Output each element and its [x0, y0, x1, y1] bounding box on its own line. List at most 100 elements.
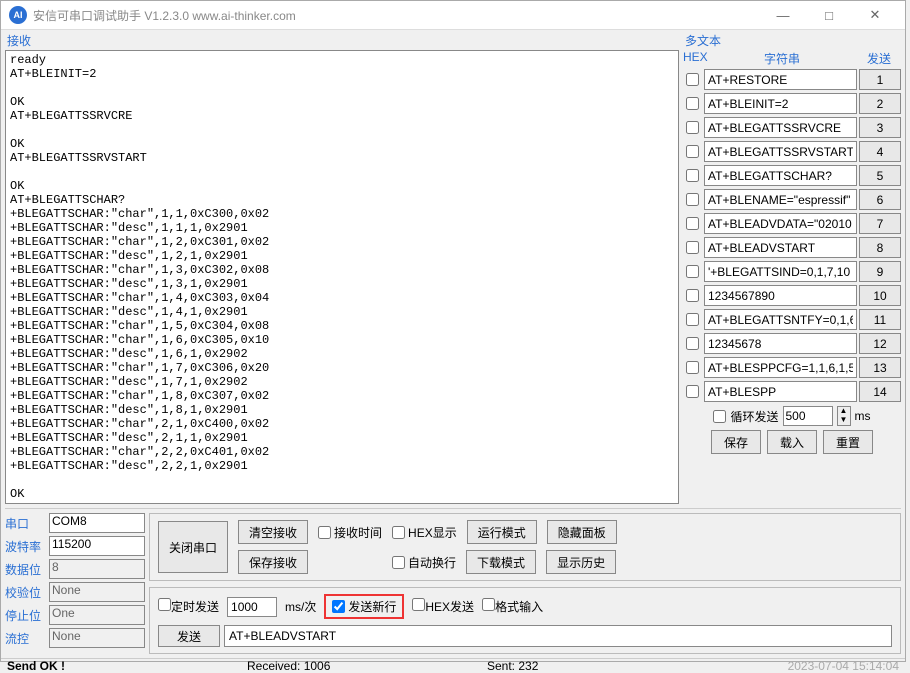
send-button-8[interactable]: 8	[859, 237, 901, 258]
hex-checkbox-14[interactable]	[686, 385, 699, 398]
port-select[interactable]: COM8	[49, 513, 145, 533]
cmd-input-1[interactable]	[704, 69, 857, 90]
save-button[interactable]: 保存	[711, 430, 761, 454]
load-button[interactable]: 载入	[767, 430, 817, 454]
send-button-5[interactable]: 5	[859, 165, 901, 186]
msper-label: ms/次	[285, 598, 316, 615]
cmd-input-13[interactable]	[704, 357, 857, 378]
controls-panel: 关闭串口 清空接收 接收时间 HEX显示 运行模式 隐藏面板 保存接收	[149, 513, 901, 581]
maximize-button[interactable]: □	[807, 1, 851, 29]
cmd-input-9[interactable]	[704, 261, 857, 282]
fmtinput-checkbox[interactable]	[482, 598, 495, 611]
status-time: 2023-07-04 15:14:04	[727, 659, 899, 673]
send-button-3[interactable]: 3	[859, 117, 901, 138]
databits-select[interactable]: 8	[49, 559, 145, 579]
hexdisp-checkbox[interactable]	[392, 526, 405, 539]
showhist-button[interactable]: 显示历史	[546, 550, 616, 574]
hex-checkbox-9[interactable]	[686, 265, 699, 278]
send-button-9[interactable]: 9	[859, 261, 901, 282]
send-button[interactable]: 发送	[158, 625, 220, 647]
hexsend-label: HEX发送	[425, 600, 474, 614]
cmd-input-8[interactable]	[704, 237, 857, 258]
hex-checkbox-6[interactable]	[686, 193, 699, 206]
send-button-4[interactable]: 4	[859, 141, 901, 162]
window-title: 安信可串口调试助手 V1.2.3.0 www.ai-thinker.com	[33, 7, 761, 24]
receive-label: 接收	[5, 32, 679, 50]
baud-select[interactable]: 115200	[49, 536, 145, 556]
send-button-14[interactable]: 14	[859, 381, 901, 402]
multitext-header: HEX 字符串 发送	[683, 50, 901, 67]
hex-checkbox-12[interactable]	[686, 337, 699, 350]
hex-checkbox-1[interactable]	[686, 73, 699, 86]
multitext-row: 12	[683, 333, 901, 354]
saverecv-button[interactable]: 保存接收	[238, 550, 308, 574]
hexsend-checkbox[interactable]	[412, 598, 425, 611]
cyclic-label: 循环发送	[730, 408, 778, 425]
timed-interval-input[interactable]	[227, 597, 277, 617]
multitext-row: 14	[683, 381, 901, 402]
multitext-row: 11	[683, 309, 901, 330]
recvtime-checkbox[interactable]	[318, 526, 331, 539]
runmode-button[interactable]: 运行模式	[467, 520, 537, 544]
multitext-row: 4	[683, 141, 901, 162]
cmd-input-14[interactable]	[704, 381, 857, 402]
hex-checkbox-13[interactable]	[686, 361, 699, 374]
dlmode-button[interactable]: 下载模式	[466, 550, 536, 574]
multitext-row: 8	[683, 237, 901, 258]
multitext-row: 9	[683, 261, 901, 282]
cmd-input-11[interactable]	[704, 309, 857, 330]
hex-checkbox-10[interactable]	[686, 289, 699, 302]
send-button-1[interactable]: 1	[859, 69, 901, 90]
cmd-input-10[interactable]	[704, 285, 857, 306]
receive-textarea[interactable]: ready AT+BLEINIT=2 OK AT+BLEGATTSSRVCRE …	[5, 50, 679, 504]
stopbits-label: 停止位	[5, 607, 49, 624]
stopbits-select[interactable]: One	[49, 605, 145, 625]
status-ok: Send OK !	[7, 659, 207, 673]
cmd-input-12[interactable]	[704, 333, 857, 354]
multitext-row: 10	[683, 285, 901, 306]
newline-label: 发送新行	[348, 598, 396, 615]
hex-checkbox-5[interactable]	[686, 169, 699, 182]
cmd-input-2[interactable]	[704, 93, 857, 114]
send-button-10[interactable]: 10	[859, 285, 901, 306]
cyclic-checkbox[interactable]	[713, 410, 726, 423]
flow-select[interactable]: None	[49, 628, 145, 648]
parity-select[interactable]: None	[49, 582, 145, 602]
spinner-icon[interactable]: ▲▼	[837, 406, 851, 426]
cyclic-interval-input[interactable]	[783, 406, 833, 426]
multitext-row: 7	[683, 213, 901, 234]
send-button-6[interactable]: 6	[859, 189, 901, 210]
send-input[interactable]	[224, 625, 892, 647]
minimize-button[interactable]: —	[761, 1, 805, 29]
send-button-12[interactable]: 12	[859, 333, 901, 354]
hex-checkbox-4[interactable]	[686, 145, 699, 158]
cmd-input-7[interactable]	[704, 213, 857, 234]
cmd-input-6[interactable]	[704, 189, 857, 210]
hex-checkbox-3[interactable]	[686, 121, 699, 134]
send-button-7[interactable]: 7	[859, 213, 901, 234]
multitext-row: 1	[683, 69, 901, 90]
hex-checkbox-2[interactable]	[686, 97, 699, 110]
send-button-11[interactable]: 11	[859, 309, 901, 330]
newline-highlight: 发送新行	[324, 594, 404, 619]
newline-checkbox[interactable]	[332, 600, 345, 613]
hex-checkbox-11[interactable]	[686, 313, 699, 326]
close-port-button[interactable]: 关闭串口	[158, 521, 228, 573]
reset-button[interactable]: 重置	[823, 430, 873, 454]
autowrap-checkbox[interactable]	[392, 556, 405, 569]
hex-checkbox-7[interactable]	[686, 217, 699, 230]
clear-recv-button[interactable]: 清空接收	[238, 520, 308, 544]
cmd-input-4[interactable]	[704, 141, 857, 162]
port-label: 串口	[5, 515, 49, 532]
string-header: 字符串	[707, 50, 857, 67]
close-button[interactable]: ✕	[853, 1, 897, 29]
send-button-2[interactable]: 2	[859, 93, 901, 114]
send-button-13[interactable]: 13	[859, 357, 901, 378]
timed-checkbox[interactable]	[158, 598, 171, 611]
hex-checkbox-8[interactable]	[686, 241, 699, 254]
flow-label: 流控	[5, 630, 49, 647]
cmd-input-3[interactable]	[704, 117, 857, 138]
cmd-input-5[interactable]	[704, 165, 857, 186]
hidepanel-button[interactable]: 隐藏面板	[547, 520, 617, 544]
fmtinput-label: 格式输入	[495, 600, 543, 614]
